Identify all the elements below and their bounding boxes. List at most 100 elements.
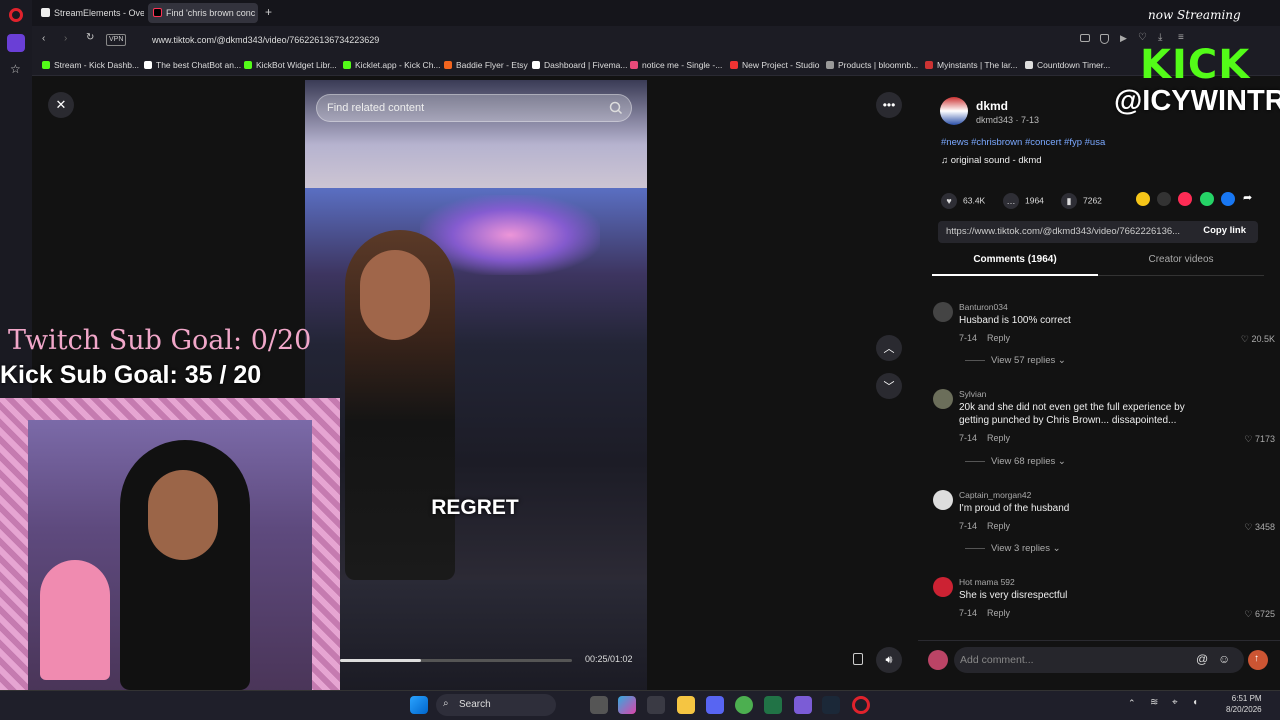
windows-start-icon[interactable] [410, 696, 428, 714]
view-replies-button[interactable]: View 68 replies ⌄ [965, 456, 1066, 467]
commenter-avatar[interactable] [933, 389, 953, 409]
search-icon[interactable] [607, 99, 625, 117]
discord-icon[interactable] [706, 696, 724, 714]
search-placeholder: Find related content [327, 102, 425, 114]
tab-comments[interactable]: Comments (1964) [932, 254, 1098, 276]
star-icon[interactable]: ☆ [10, 62, 21, 76]
comment-like-button[interactable]: ♡ 6725 [1244, 609, 1275, 620]
copy-link-button[interactable]: Copy link [1203, 225, 1246, 236]
bookmark[interactable]: Dashboard | Fivema... [532, 58, 627, 72]
home-icon[interactable] [7, 34, 25, 52]
vpn-badge[interactable]: VPN [106, 34, 127, 46]
bookmark[interactable]: notice me - Single -... [630, 58, 722, 72]
like-button[interactable]: ♥ 63.4K [941, 193, 985, 209]
bookmark[interactable]: KickBot Widget Libr... [244, 58, 337, 72]
emoji-share-icon[interactable] [1136, 192, 1150, 206]
tab-streamelements[interactable]: StreamElements - Overlay [36, 3, 144, 23]
comment-item: Hot mama 592 She is very disrespectful 7… [930, 577, 1275, 627]
view-replies-label: View 68 replies [991, 456, 1056, 467]
bookmark[interactable]: The best ChatBot an... [144, 58, 241, 72]
find-related-search[interactable]: Find related content [316, 94, 632, 122]
camera-icon[interactable] [1080, 34, 1090, 42]
bookmark-label: Baddie Flyer - Etsy [456, 60, 528, 70]
opera-taskbar-icon[interactable] [852, 696, 870, 714]
apps-grid-icon[interactable] [794, 696, 812, 714]
tab-tiktok[interactable]: Find 'chris brown conc [148, 3, 258, 23]
send-to-friends-icon[interactable] [1178, 192, 1192, 206]
bookmark[interactable]: Kicklet.app - Kick Ch... [343, 58, 441, 72]
author-name[interactable]: dkmd [976, 99, 1008, 113]
copilot-icon[interactable] [618, 696, 636, 714]
new-tab-icon[interactable]: + [265, 5, 272, 19]
back-icon[interactable]: ‹ [42, 33, 45, 44]
view-replies-button[interactable]: View 3 replies ⌄ [965, 543, 1061, 554]
url-field[interactable]: www.tiktok.com/@dkmd343/video/7662261367… [152, 32, 379, 48]
app-icon[interactable] [647, 696, 665, 714]
forward-icon[interactable]: › [64, 33, 67, 44]
play-icon[interactable]: ▶ [1120, 33, 1127, 44]
reply-button[interactable]: Reply [987, 333, 1010, 343]
tray-chevron-icon[interactable]: ⌃ [1128, 698, 1136, 709]
reload-icon[interactable]: ↻ [86, 32, 94, 43]
tab-label: Find 'chris brown conc [166, 8, 256, 18]
close-button[interactable]: ✕ [48, 92, 74, 118]
reply-button[interactable]: Reply [987, 433, 1010, 443]
bookmark[interactable]: Countdown Timer... [1025, 58, 1110, 72]
video-bottom-blur [305, 580, 647, 690]
clock-date: 8/20/2026 [1226, 705, 1262, 714]
sound-link[interactable]: ♫ original sound - dkmd [941, 155, 1042, 166]
emoji-icon[interactable]: ☺ [1218, 652, 1230, 666]
reply-button[interactable]: Reply [987, 521, 1010, 531]
chrome-icon[interactable] [735, 696, 753, 714]
shield-icon[interactable] [1100, 34, 1109, 44]
bookmark-label: Kicklet.app - Kick Ch... [355, 60, 441, 70]
comment-username[interactable]: Sylvian [959, 389, 986, 399]
previous-video-button[interactable]: ︿ [876, 335, 902, 361]
bookmark[interactable]: Myinstants | The lar... [925, 58, 1017, 72]
comment-username[interactable]: Captain_morgan42 [959, 490, 1031, 500]
next-video-button[interactable]: ﹀ [876, 373, 902, 399]
author-avatar[interactable] [940, 97, 968, 125]
mic-tray-icon[interactable]: ⌖ [1172, 697, 1178, 708]
comment-username[interactable]: Banturon034 [959, 302, 1008, 312]
view-replies-button[interactable]: View 57 replies ⌄ [965, 355, 1066, 366]
taskbar-search[interactable]: ⌕ Search [436, 694, 556, 716]
volume-button[interactable]: 🔊︎ [876, 647, 902, 673]
embed-icon[interactable] [1157, 192, 1171, 206]
more-options-button[interactable]: ••• [876, 92, 902, 118]
bookmark[interactable]: Baddie Flyer - Etsy [444, 58, 528, 72]
whatsapp-icon[interactable] [1200, 192, 1214, 206]
wifi-icon[interactable]: ≋ [1150, 697, 1158, 708]
pip-button[interactable] [848, 649, 868, 669]
comment-button[interactable]: … 1964 [1003, 193, 1044, 209]
add-comment-input[interactable]: Add comment... @ ☺ [954, 647, 1244, 673]
comment-username[interactable]: Hot mama 592 [959, 577, 1015, 587]
save-button[interactable]: ▮ 7262 [1061, 193, 1102, 209]
share-arrow-icon[interactable]: ➦ [1243, 191, 1252, 204]
hashtags[interactable]: #news #chrisbrown #concert #fyp #usa [941, 137, 1105, 148]
comment-text: I'm proud of the husband [959, 503, 1070, 514]
steam-icon[interactable] [822, 696, 840, 714]
comment-like-button[interactable]: ♡ 7173 [1244, 434, 1275, 445]
reply-button[interactable]: Reply [987, 608, 1010, 618]
facebook-icon[interactable] [1221, 192, 1235, 206]
volume-tray-icon[interactable]: ◖ [1192, 697, 1198, 708]
mention-icon[interactable]: @ [1196, 652, 1208, 666]
share-link[interactable]: https://www.tiktok.com/@dkmd343/video/76… [946, 226, 1180, 237]
commenter-avatar[interactable] [933, 490, 953, 510]
task-view-icon[interactable] [590, 696, 608, 714]
post-comment-button[interactable]: ↑ [1248, 650, 1268, 670]
opera-logo-icon[interactable] [9, 8, 23, 22]
taskbar-clock[interactable]: 6:51 PM 8/20/2026 [1226, 693, 1262, 715]
bookmark[interactable]: New Project - Studio [730, 58, 819, 72]
commenter-avatar[interactable] [933, 577, 953, 597]
comment-like-button[interactable]: ♡ 3458 [1244, 522, 1275, 533]
tab-creator-videos[interactable]: Creator videos [1098, 254, 1264, 276]
commenter-avatar[interactable] [933, 302, 953, 322]
excel-icon[interactable] [764, 696, 782, 714]
file-explorer-icon[interactable] [677, 696, 695, 714]
bookmark[interactable]: Products | bloomnb... [826, 58, 918, 72]
comment-like-button[interactable]: ♡ 20.5K [1241, 334, 1275, 345]
search-icon: ⌕ [443, 698, 449, 709]
bookmark[interactable]: Stream - Kick Dashb... [42, 58, 139, 72]
